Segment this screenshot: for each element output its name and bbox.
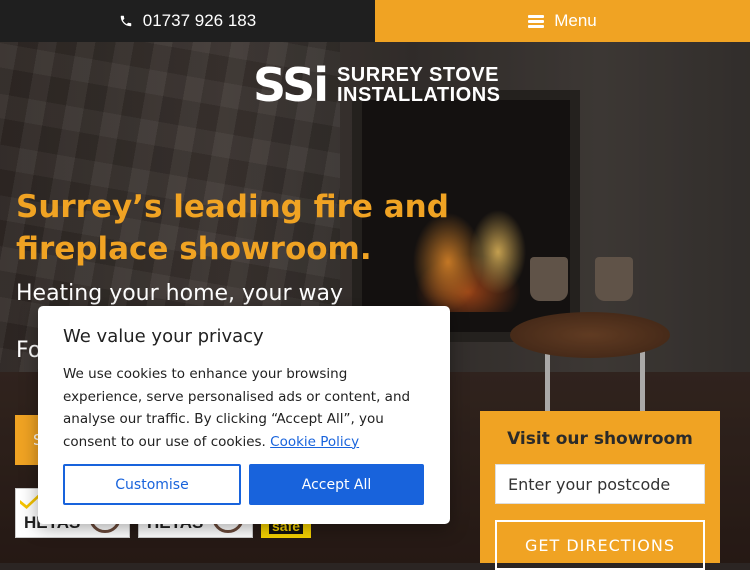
logo-line-1: SURREY STOVE [336,64,499,86]
cookie-body: We use cookies to enhance your browsing … [63,363,425,453]
cookie-buttons: Customise Accept All [63,464,424,505]
showroom-title: Visit our showroom [507,429,693,449]
site-logo[interactable]: SSi SURREY STOVE INSTALLATIONS [253,62,501,108]
cookie-title: We value your privacy [63,326,264,347]
accept-all-button[interactable]: Accept All [249,464,424,505]
logo-mark: SSi [253,58,329,112]
hamburger-icon [528,14,545,28]
phone-icon [120,15,132,27]
hero-headline: Surrey’s leading fire and fireplace show… [16,189,449,267]
phone-number: 01737 926 183 [142,11,257,30]
top-bar: 01737 926 183 Menu [0,0,750,42]
showroom-panel: Visit our showroom GET DIRECTIONS [480,411,720,570]
postcode-input[interactable] [495,464,705,504]
phone-link[interactable]: 01737 926 183 [0,0,375,42]
logo-line-2: INSTALLATIONS [336,84,501,106]
customise-button[interactable]: Customise [63,464,241,505]
menu-label: Menu [554,11,597,30]
hero-subheading: Heating your home, your way [16,281,343,306]
cookie-consent-dialog: We value your privacy We use cookies to … [38,306,450,524]
cookie-policy-link[interactable]: Cookie Policy [270,434,359,450]
logo-wordmark: SURREY STOVE INSTALLATIONS [337,65,501,105]
menu-button[interactable]: Menu [375,0,750,42]
